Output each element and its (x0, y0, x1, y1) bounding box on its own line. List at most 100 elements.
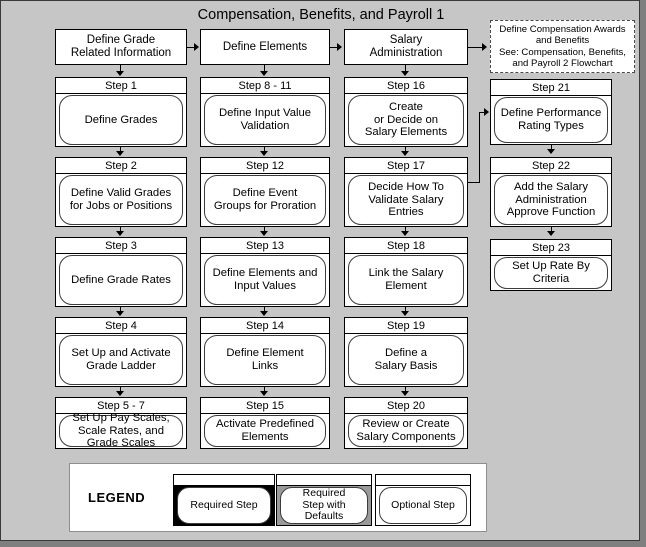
arrow-right-icon (484, 108, 489, 116)
step-box-20[interactable]: Step 20 Review or Create Salary Component… (344, 397, 468, 449)
arrow-down-icon (547, 149, 555, 154)
step-box-22[interactable]: Step 22 Add the Salary Administration Appr… (490, 157, 612, 227)
arrow-down-icon (116, 311, 124, 316)
step-box-8-11[interactable]: Step 8 - 11 Define Input Value Validation (200, 77, 330, 147)
step-body: Activate Predefined Elements (201, 414, 329, 448)
step-header: Step 1 (56, 78, 186, 94)
window-shadow-right (640, 5, 646, 547)
top-box-label: Define Elements (222, 40, 308, 53)
step-box-15[interactable]: Step 15 Activate Predefined Elements (200, 397, 330, 449)
legend-item-body: Required Step (174, 486, 274, 525)
top-box-label: Salary Administration (369, 34, 443, 59)
step-header: Step 19 (345, 318, 467, 334)
step-header: Step 20 (345, 398, 467, 414)
step-label: Define Valid Grades for Jobs or Positions (59, 175, 183, 225)
arrow-right-icon (337, 43, 342, 51)
legend-item-label: Required Step with Defaults (280, 487, 368, 524)
step-header: Step 3 (56, 238, 186, 254)
step-header: Step 22 (491, 158, 611, 174)
step-header: Step 8 - 11 (201, 78, 329, 94)
step-box-4[interactable]: Step 4 Set Up and Activate Grade Ladder (55, 317, 187, 387)
arrow-down-icon (260, 311, 268, 316)
legend-item-body: Required Step with Defaults (277, 486, 371, 525)
legend-panel: LEGEND Required Step Required Step with De… (69, 463, 487, 532)
legend-item-label: Optional Step (379, 487, 467, 524)
legend-item-required-step-with-defaults[interactable]: Required Step with Defaults (276, 474, 372, 526)
step-body: Define Performance Rating Types (491, 96, 611, 144)
step-box-16[interactable]: Step 16 Create or Decide on Salary Element… (344, 77, 468, 147)
legend-item-optional-step[interactable]: Optional Step (375, 474, 471, 526)
arrow-down-icon (401, 391, 409, 396)
legend-item-body: Optional Step (376, 486, 470, 525)
step-body: Set Up and Activate Grade Ladder (56, 334, 186, 386)
reference-box-label: Define Compensation Awards and Benefits Se… (499, 23, 626, 70)
step-label: Review or Create Salary Components (348, 415, 464, 447)
step-label: Define Elements and Input Values (204, 255, 326, 305)
step-label: Set Up and Activate Grade Ladder (59, 335, 183, 385)
step-box-12[interactable]: Step 12 Define Event Groups for Proration (200, 157, 330, 227)
arrow-down-icon (260, 391, 268, 396)
step-body: Review or Create Salary Components (345, 414, 467, 448)
step-box-2[interactable]: Step 2 Define Valid Grades for Jobs or Po… (55, 157, 187, 227)
reference-box-compensation-awards[interactable]: Define Compensation Awards and Benefits Se… (490, 20, 635, 73)
arrow-right-icon (482, 43, 487, 51)
step-box-23[interactable]: Step 23 Set Up Rate By Criteria (490, 239, 612, 291)
step-body: Add the Salary Administration Approve Func… (491, 174, 611, 226)
arrow-down-icon (116, 391, 124, 396)
legend-title: LEGEND (88, 490, 146, 505)
step-label: Define a Salary Basis (348, 335, 464, 385)
step-body: Define Elements and Input Values (201, 254, 329, 306)
step-header: Step 2 (56, 158, 186, 174)
step-box-18[interactable]: Step 18 Link the Salary Element (344, 237, 468, 307)
step-header: Step 14 (201, 318, 329, 334)
step-header: Step 21 (491, 80, 611, 96)
legend-item-label: Required Step (177, 487, 271, 524)
step-header: Step 18 (345, 238, 467, 254)
step-box-19[interactable]: Step 19 Define a Salary Basis (344, 317, 468, 387)
step-body: Define Element Links (201, 334, 329, 386)
arrow-down-icon (116, 71, 124, 76)
step-label: Add the Salary Administration Approve Func… (494, 175, 608, 225)
step-label: Create or Decide on Salary Elements (348, 95, 464, 145)
arrow-down-icon (260, 71, 268, 76)
step-body: Define Event Groups for Proration (201, 174, 329, 226)
step-box-5[interactable]: Step 5 - 7 Set Up Pay Scales, Scale Rates… (55, 397, 187, 449)
step-label: Define Element Links (204, 335, 326, 385)
step-box-14[interactable]: Step 14 Define Element Links (200, 317, 330, 387)
arrow-down-icon (116, 151, 124, 156)
top-box-define-grade[interactable]: Define Grade Related Information (55, 29, 187, 65)
step-label: Decide How To Validate Salary Entries (348, 175, 464, 225)
step-body: Decide How To Validate Salary Entries (345, 174, 467, 226)
step-header: Step 16 (345, 78, 467, 94)
arrow-right-icon (194, 43, 199, 51)
step-header: Step 17 (345, 158, 467, 174)
step-body: Set Up Pay Scales, Scale Rates, and Grade … (56, 412, 186, 449)
connector-line (468, 47, 483, 48)
step-label: Define Grade Rates (59, 255, 183, 305)
step-box-3[interactable]: Step 3 Define Grade Rates (55, 237, 187, 307)
arrow-down-icon (401, 231, 409, 236)
legend-item-header (376, 475, 470, 486)
arrow-down-icon (401, 151, 409, 156)
arrow-down-icon (260, 231, 268, 236)
step-header: Step 12 (201, 158, 329, 174)
step-box-13[interactable]: Step 13 Define Elements and Input Values (200, 237, 330, 307)
step-label: Set Up Rate By Criteria (494, 257, 608, 289)
step-body: Define Valid Grades for Jobs or Positions (56, 174, 186, 226)
arrow-down-icon (401, 311, 409, 316)
step-label: Activate Predefined Elements (204, 415, 326, 447)
arrow-down-icon (401, 71, 409, 76)
step-box-1[interactable]: Step 1 Define Grades (55, 77, 187, 147)
step-label: Link the Salary Element (348, 255, 464, 305)
arrow-down-icon (547, 231, 555, 236)
step-box-21[interactable]: Step 21 Define Performance Rating Types (490, 79, 612, 145)
step-body: Define Grades (56, 94, 186, 146)
step-body: Create or Decide on Salary Elements (345, 94, 467, 146)
top-box-define-elements[interactable]: Define Elements (200, 29, 330, 65)
legend-item-required-step[interactable]: Required Step (173, 474, 275, 526)
top-box-label: Define Grade Related Information (70, 34, 172, 59)
top-box-salary-administration[interactable]: Salary Administration (344, 29, 468, 65)
legend-item-header (174, 475, 274, 486)
step-box-17[interactable]: Step 17 Decide How To Validate Salary Entr… (344, 157, 468, 227)
step-header: Step 13 (201, 238, 329, 254)
